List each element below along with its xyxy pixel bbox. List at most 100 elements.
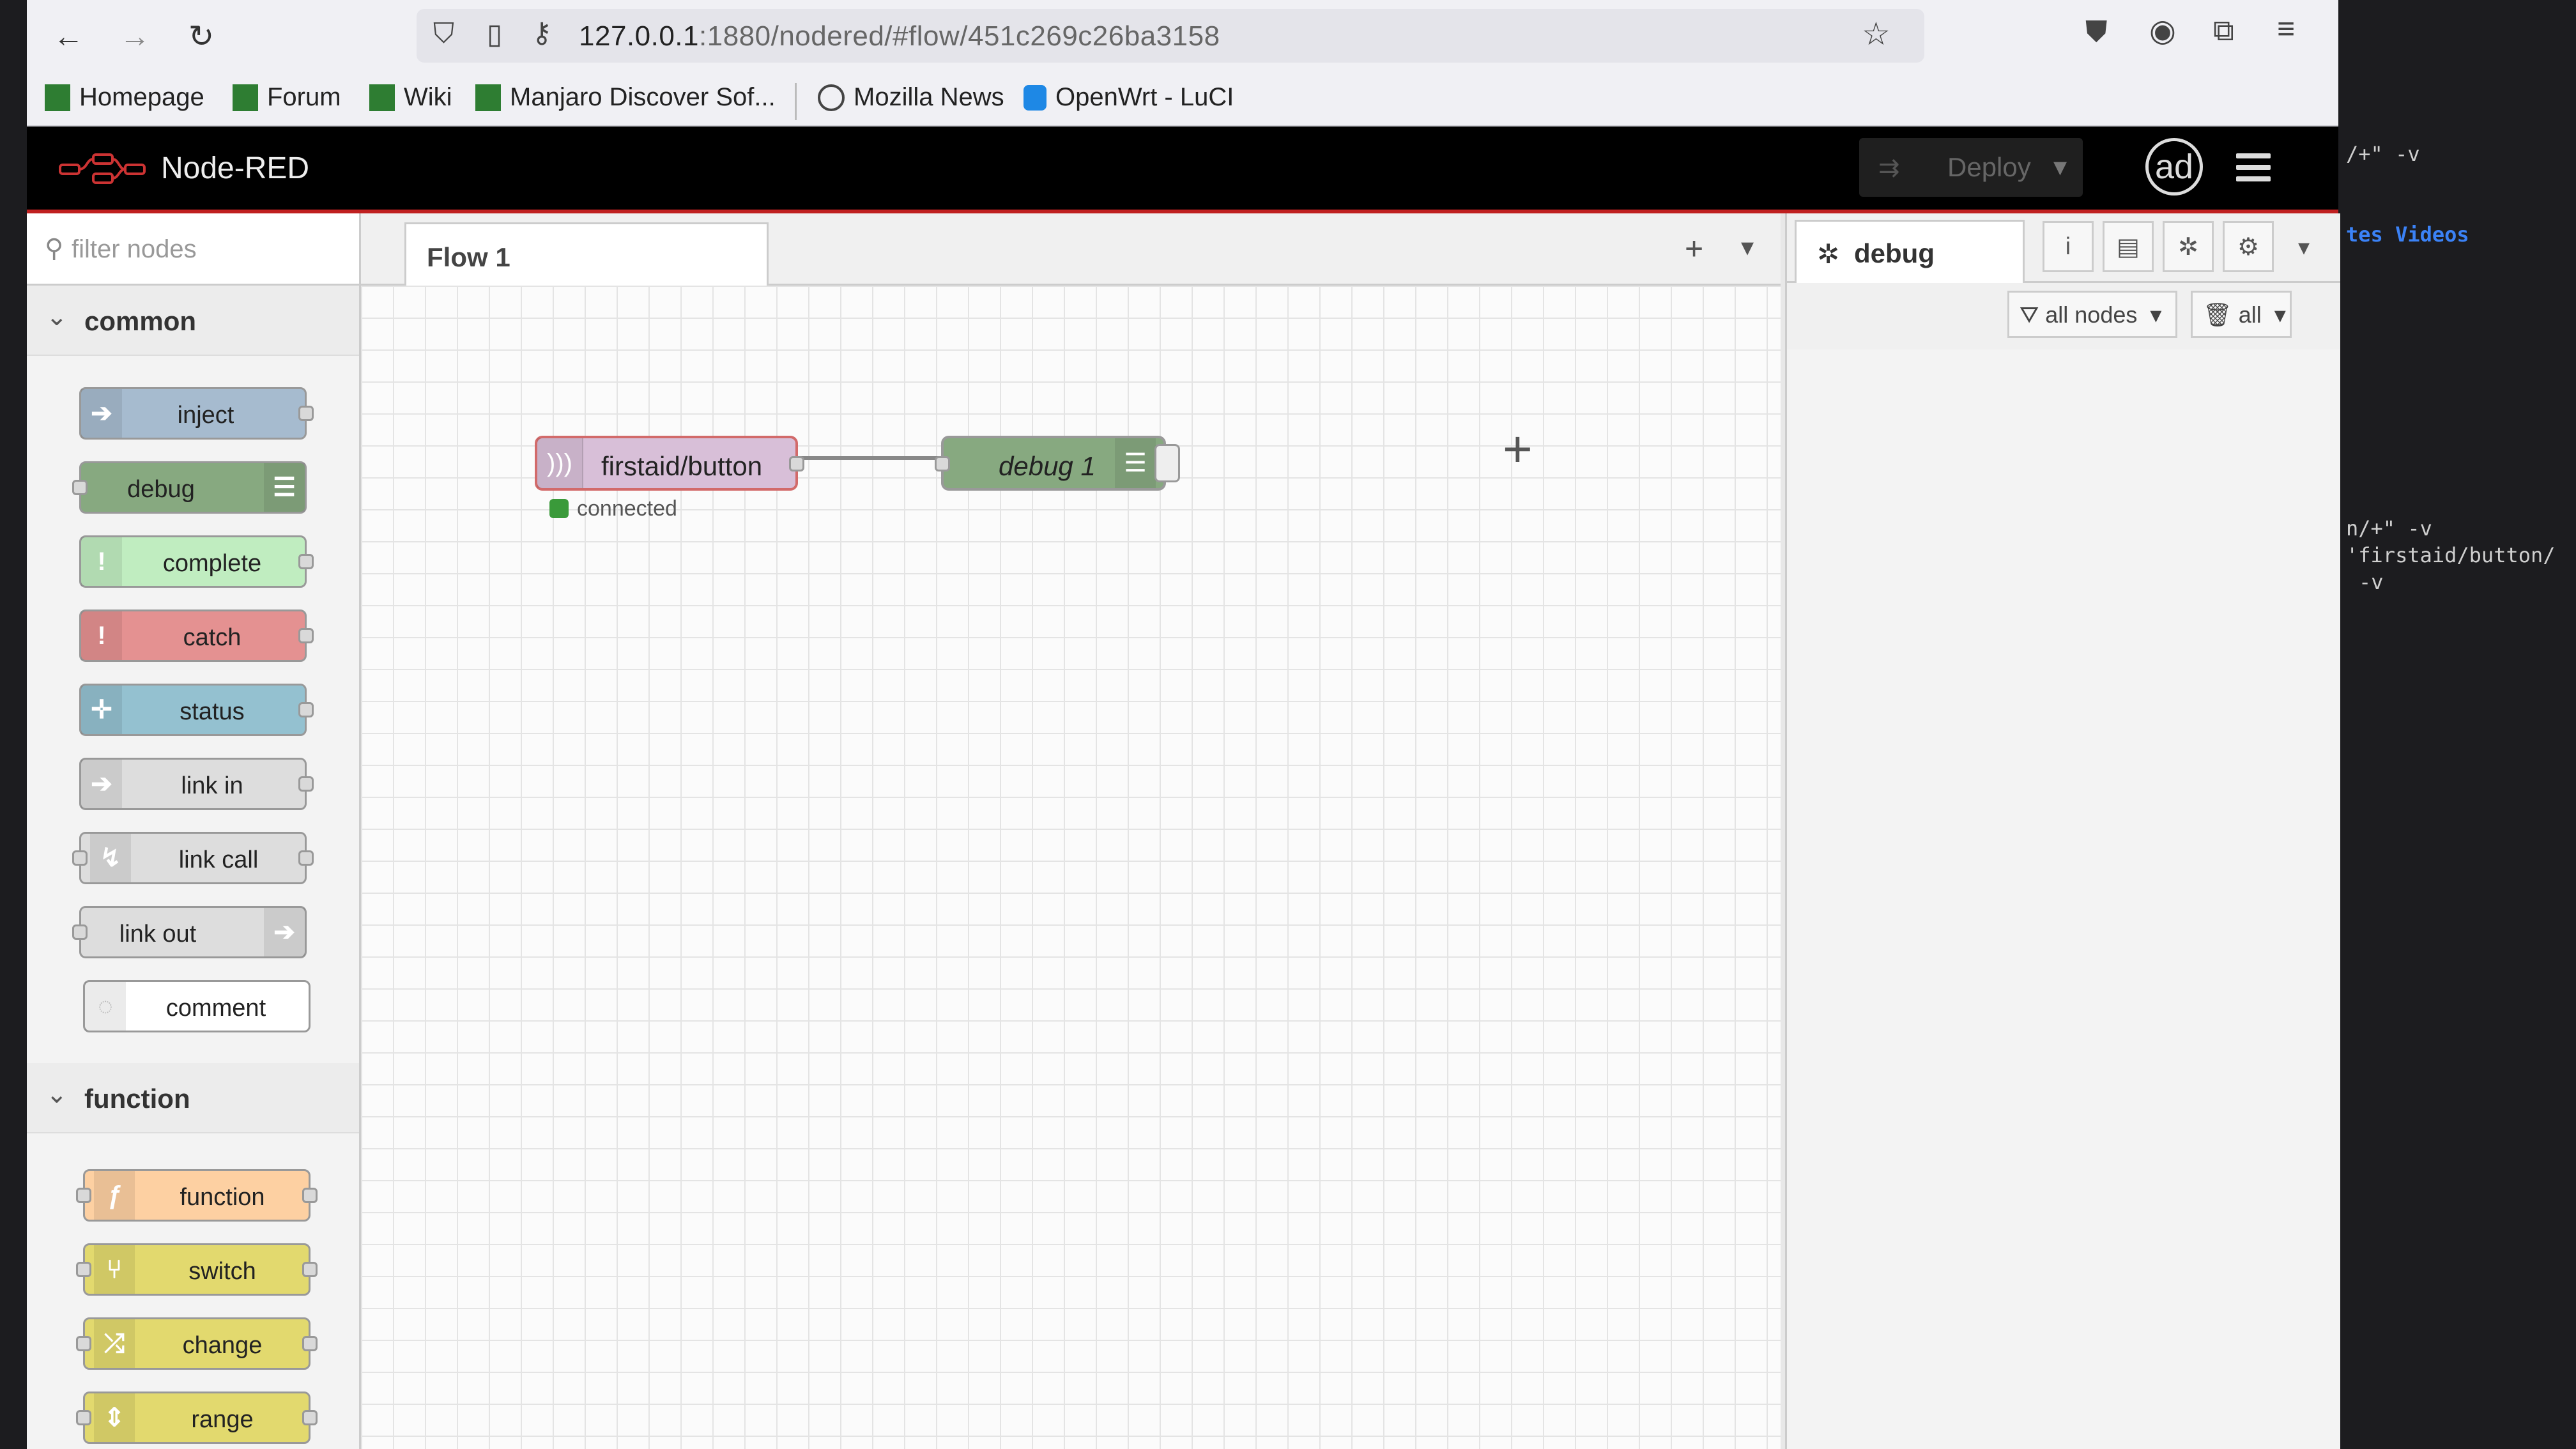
palette-node-function[interactable]: ƒ function [76,1169,318,1222]
sidebar-resize-handle[interactable] [1781,213,1785,1449]
palette-node-range[interactable]: ⇕ range [76,1392,318,1444]
palette-node-complete[interactable]: ! complete [79,535,314,588]
palette-node-link-in[interactable]: ➔ link in [79,758,314,810]
debug-toolbar: ⛛ all nodes ▾ 🗑 all ▾ [1787,283,2340,351]
bookmark-label: Mozilla News [854,83,1004,111]
palette-node-link-out[interactable]: link out ➔ [72,906,307,958]
gear-icon[interactable]: ⚙ [2223,221,2274,272]
node-palette: ⚲ filter nodes ⌄ common ➔ inject debug ☰… [27,213,361,1449]
menu-icon[interactable]: ≡ [2277,12,2295,47]
debug-messages-panel [1787,349,2340,1449]
output-port[interactable] [789,456,804,471]
output-port [298,776,314,792]
category-function-header[interactable]: ⌄ function [27,1063,359,1133]
link-out-icon: ➔ [264,908,305,956]
output-port [302,1336,318,1351]
sidebar-tabs: ✲ debug i ▤ ✲ ⚙ ▾ [1787,213,2340,283]
bookmark-manjaro-discover[interactable]: Manjaro Discover Sof... [475,83,776,112]
bookmarks-bar: Homepage Forum Wiki Manjaro Discover Sof… [27,72,2338,126]
bookmark-label: Forum [267,83,341,111]
bookmark-homepage[interactable]: Homepage [45,83,204,112]
shield-icon[interactable]: ⛉ [433,18,454,50]
filter-nodes-dropdown[interactable]: ⛛ all nodes ▾ [2007,291,2177,338]
url-text[interactable]: 127.0.0.1:1880/nodered/#flow/451c269c26b… [579,20,1220,52]
output-port [298,628,314,643]
url-path: :1880/nodered/#flow/451c269c26ba3158 [699,20,1220,52]
dropdown-label: all [2238,302,2262,328]
node-label: link call [178,847,259,873]
debug-toggle-button[interactable] [1154,444,1180,482]
workspace-tabs: Flow 1 + ▾ [361,213,1781,286]
pocket-icon[interactable]: ⛊ [2085,14,2108,50]
help-book-icon[interactable]: ▤ [2103,221,2154,272]
palette-node-change[interactable]: ⤮ change [76,1317,318,1370]
chevron-down-icon: ⌄ [46,1080,68,1108]
palette-node-debug[interactable]: debug ☰ [72,461,307,514]
palette-node-comment[interactable]: ◌ comment [83,980,310,1032]
category-label: common [84,306,197,336]
node-status-text: connected [577,496,677,521]
back-icon[interactable]: ← [46,14,91,59]
bookmark-wiki[interactable]: Wiki [369,83,452,112]
debug-list-icon: ☰ [264,463,305,512]
node-label: firstaid/button [601,451,763,481]
workspace-canvas[interactable]: ))) firstaid/button connected debug 1 ☰ … [361,286,1781,1449]
openwrt-icon [1023,84,1046,111]
globe-icon [818,84,845,111]
manjaro-icon [475,84,501,111]
palette-node-inject[interactable]: ➔ inject [79,387,314,440]
node-label: debug 1 [999,451,1096,481]
address-bar[interactable]: ⛉ ▯ ⚷ 127.0.0.1:1880/nodered/#flow/451c2… [417,9,1924,63]
add-flow-icon[interactable]: + [1685,230,1703,267]
debug-list-icon: ☰ [1115,438,1156,488]
flow-node-mqtt-in[interactable]: ))) firstaid/button [535,436,804,491]
filter-placeholder: filter nodes [72,235,197,263]
tab-label: Flow 1 [427,242,510,272]
forward-icon[interactable]: → [112,14,157,59]
palette-node-catch[interactable]: ! catch [79,610,314,662]
avatar[interactable]: ad [2145,138,2203,195]
clear-messages-dropdown[interactable]: 🗑 all ▾ [2191,291,2292,338]
category-common-header[interactable]: ⌄ common [27,286,359,356]
terminal-line: tes Videos [2346,222,2469,247]
reload-icon[interactable]: ↻ [179,14,224,59]
tab-flow-1[interactable]: Flow 1 [404,222,769,286]
node-label: status [180,698,245,725]
page-icon[interactable]: ▯ [487,18,502,50]
account-icon[interactable]: ◉ [2149,13,2176,49]
bookmark-label: OpenWrt - LuCI [1055,83,1234,111]
main-menu-icon[interactable] [2236,153,2271,188]
chevron-down-icon[interactable]: ▾ [1741,233,1754,262]
node-label: change [182,1332,263,1359]
chevron-down-icon[interactable]: ▾ [2053,151,2067,182]
bookmark-mozilla-news[interactable]: Mozilla News [818,83,1004,112]
palette-node-status[interactable]: ✛ status [79,684,314,736]
filter-icon: ⛛ [2020,302,2039,328]
bookmark-separator [795,83,797,120]
nodered-logo-icon [59,153,146,184]
key-icon[interactable]: ⚷ [532,17,552,49]
dropdown-label: all nodes [2045,302,2138,328]
chevron-down-icon[interactable]: ▾ [2298,234,2310,261]
bookmark-forum[interactable]: Forum [233,83,341,112]
browser-window: ← → ↻ ⛉ ▯ ⚷ 127.0.0.1:1880/nodered/#flow… [27,0,2340,1449]
manjaro-icon [233,84,258,111]
palette-node-link-call[interactable]: ↯ link call [72,832,314,884]
terminal-line: /+" -v [2346,142,2420,166]
tab-debug[interactable]: ✲ debug [1795,220,2025,283]
info-icon[interactable]: i [2043,221,2094,272]
mqtt-icon: ))) [537,438,583,488]
bookmark-openwrt[interactable]: OpenWrt - LuCI [1023,83,1234,112]
input-port[interactable] [935,456,950,471]
palette-node-switch[interactable]: ⑂ switch [76,1243,318,1296]
nodered-header: Node-RED ⇉ Deploy ▾ ad [27,126,2338,213]
star-icon[interactable]: ☆ [1862,15,1890,52]
node-label: complete [162,550,262,577]
chevron-down-icon: ⌄ [46,303,68,331]
node-label: comment [165,995,266,1022]
extensions-icon[interactable]: ⧉ [2213,13,2234,49]
flow-node-debug[interactable]: debug 1 ☰ [935,436,1166,491]
deploy-button[interactable]: ⇉ Deploy ▾ [1859,138,2083,197]
filter-nodes-input[interactable]: ⚲ filter nodes [27,213,359,286]
debug-bug-icon[interactable]: ✲ [2163,221,2214,272]
